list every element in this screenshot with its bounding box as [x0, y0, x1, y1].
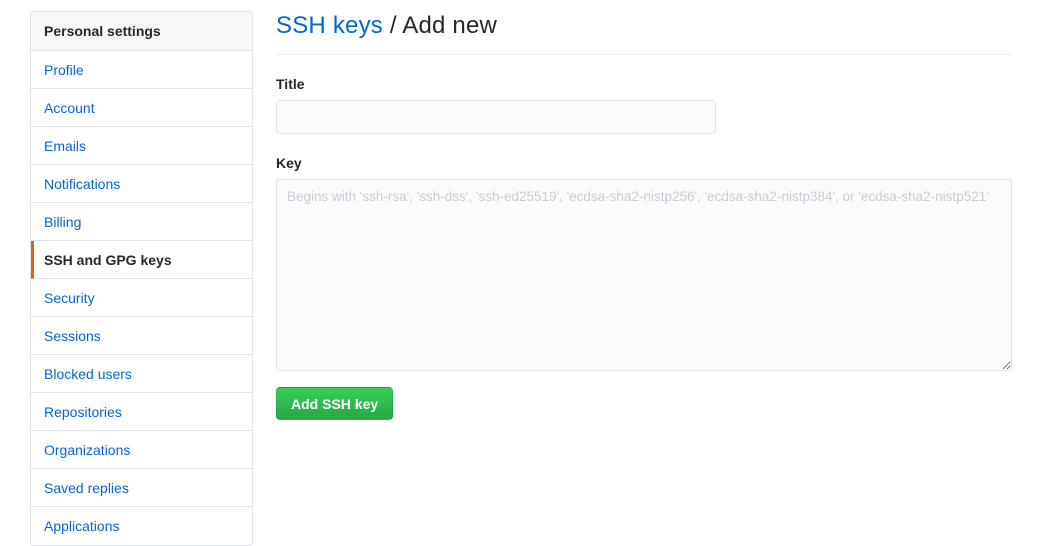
sidebar-item-label: Profile — [44, 62, 84, 78]
sidebar-item-label: SSH and GPG keys — [44, 252, 172, 268]
sidebar-item-label: Emails — [44, 138, 87, 154]
sidebar-item-security[interactable]: Security — [31, 279, 252, 317]
sidebar-item-billing[interactable]: Billing — [31, 203, 252, 241]
sidebar-item-label: Notifications — [44, 176, 121, 192]
sidebar-header: Personal settings — [31, 12, 252, 51]
sidebar-item-repositories[interactable]: Repositories — [31, 393, 252, 431]
sidebar-item-label: Sessions — [44, 328, 101, 344]
sidebar-item-label: Account — [44, 100, 95, 116]
personal-settings-sidebar: Personal settings Profile Account Emails No… — [30, 11, 253, 546]
key-field-label: Key — [276, 155, 302, 171]
ssh-keys-breadcrumb-link[interactable]: SSH keys — [276, 12, 383, 39]
sidebar-item-notifications[interactable]: Notifications — [31, 165, 252, 203]
add-ssh-key-button[interactable]: Add SSH key — [276, 387, 394, 420]
sidebar-item-saved-replies[interactable]: Saved replies — [31, 469, 252, 507]
sidebar-nav-list: Profile Account Emails Notifications Billing… — [31, 51, 252, 545]
sidebar-item-label: Blocked users — [44, 366, 132, 382]
key-input[interactable] — [276, 179, 1012, 371]
sidebar-item-label: Security — [44, 290, 95, 306]
sidebar-item-account[interactable]: Account — [31, 89, 252, 127]
settings-page: Personal settings Profile Account Emails No… — [0, 0, 1047, 546]
sidebar-item-label: Saved replies — [44, 480, 129, 496]
sidebar-item-applications[interactable]: Applications — [31, 507, 252, 545]
sidebar-item-label: Repositories — [44, 404, 122, 420]
sidebar-item-blocked-users[interactable]: Blocked users — [31, 355, 252, 393]
sidebar-item-sessions[interactable]: Sessions — [31, 317, 252, 355]
title-input[interactable] — [276, 100, 716, 134]
sidebar-item-profile[interactable]: Profile — [31, 51, 252, 89]
sidebar-item-ssh-and-gpg-keys[interactable]: SSH and GPG keys — [31, 241, 252, 279]
page-title: SSH keys / Add new — [276, 11, 1012, 55]
sidebar-item-label: Billing — [44, 214, 82, 230]
sidebar-item-emails[interactable]: Emails — [31, 127, 252, 165]
main-content: SSH keys / Add new Title Key Add SSH key — [276, 11, 1012, 420]
sidebar-item-label: Organizations — [44, 442, 131, 458]
title-field-label: Title — [276, 76, 305, 92]
sidebar-item-organizations[interactable]: Organizations — [31, 431, 252, 469]
sidebar-item-label: Applications — [44, 518, 120, 534]
page-title-current: / Add new — [389, 12, 498, 39]
